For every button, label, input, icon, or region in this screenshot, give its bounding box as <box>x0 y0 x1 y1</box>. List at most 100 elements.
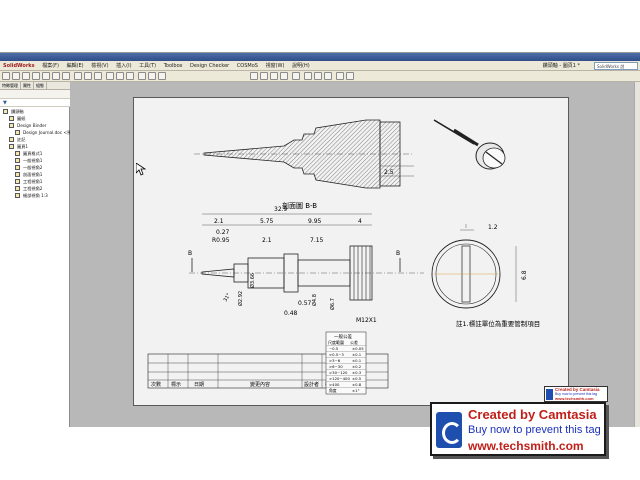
tolerance-value: ±0.05 <box>352 346 364 351</box>
circle-icon[interactable] <box>32 72 40 80</box>
folder-icon <box>9 116 14 121</box>
front-view: B B 32.9 2.1 5.75 9.95 4 0.27 R0.95 2.1 … <box>188 206 424 324</box>
drawing-canvas[interactable]: 2.5 剖面圖 B-B B B 32.9 2.1 5.75 9.95 4 0.2… <box>70 82 640 427</box>
spline-icon[interactable] <box>52 72 60 80</box>
menu-tools[interactable]: 工具(T) <box>136 61 159 71</box>
note-icon[interactable] <box>116 72 124 80</box>
side-view: 1.2 6.8 <box>431 224 528 309</box>
pan-icon[interactable] <box>324 72 332 80</box>
zoom-area-icon[interactable] <box>314 72 322 80</box>
search-input[interactable]: SolidWorks 說 <box>594 62 638 70</box>
tree-item[interactable]: 註記 <box>0 136 70 143</box>
rebuild-icon[interactable] <box>336 72 344 80</box>
tree-item[interactable]: 工程視角1 <box>0 178 70 185</box>
dim-d4: 4 <box>358 218 362 225</box>
watermark-line1: Created by Camtasia <box>468 407 597 422</box>
menu-cosmos[interactable]: COSMoS <box>234 61 261 71</box>
feature-manager-panel: 特徵管理 屬性 組態 ▼ 鑽頭軸 圖紙 Design Binder Design Jour… <box>0 82 79 427</box>
tree-item[interactable]: 一般視角1 <box>0 157 70 164</box>
camtasia-mini-logo-icon <box>546 389 553 400</box>
arc-icon[interactable] <box>42 72 50 80</box>
rectangle-icon[interactable] <box>22 72 30 80</box>
tab-configuration-manager[interactable]: 組態 <box>34 82 47 90</box>
options-icon[interactable] <box>346 72 354 80</box>
main-toolbar <box>0 71 640 82</box>
weld-icon[interactable] <box>148 72 156 80</box>
tree-item[interactable]: 圖頁格式1 <box>0 150 70 157</box>
engineering-drawing: 2.5 剖面圖 B-B B B 32.9 2.1 5.75 9.95 4 0.2… <box>147 119 540 395</box>
tree-item-label: 工程視角2 <box>23 186 43 191</box>
rev-header-date: 日期 <box>194 382 204 388</box>
dim-phi4: Ø6.7 <box>329 298 336 310</box>
tree-item[interactable]: 工程視角2 <box>0 185 70 192</box>
camtasia-mini-tag: Created by Camtasia Buy now to prevent t… <box>544 386 608 402</box>
balloon-icon[interactable] <box>126 72 134 80</box>
datum-icon[interactable] <box>158 72 166 80</box>
select-icon[interactable] <box>2 72 10 80</box>
dim-overall: 32.9 <box>274 206 288 213</box>
rev-header-designer: 設計者 <box>304 381 319 388</box>
menu-edit[interactable]: 編輯(E) <box>64 61 87 71</box>
dim-angle: 31° <box>223 292 233 303</box>
tree-item[interactable]: 圖頁1 <box>0 143 70 150</box>
undo-icon[interactable] <box>292 72 300 80</box>
menu-toolbox[interactable]: Toolbox <box>161 61 186 71</box>
trim-icon[interactable] <box>74 72 82 80</box>
tree-item-label: 剖面視角1 <box>23 172 43 177</box>
menu-bar: SolidWorks 檔案(F) 編輯(E) 檢視(V) 插入(I) 工具(T)… <box>0 61 640 71</box>
tree-item[interactable]: 細部視角 1:3 <box>0 192 70 199</box>
line-icon[interactable] <box>12 72 20 80</box>
isometric-view <box>433 119 506 170</box>
thread-callout: M12X1 <box>356 317 377 324</box>
new-icon[interactable] <box>250 72 258 80</box>
save-icon[interactable] <box>270 72 278 80</box>
open-icon[interactable] <box>260 72 268 80</box>
camtasia-watermark[interactable]: Created by Camtasia Buy now to prevent t… <box>430 402 606 456</box>
tree-item[interactable]: Design Journal.doc <預設> <box>0 129 79 136</box>
offset-icon[interactable] <box>84 72 92 80</box>
section-view-icon <box>15 172 20 177</box>
tree-item[interactable]: Design Binder <box>0 122 70 129</box>
menu-view[interactable]: 檢視(V) <box>88 61 111 71</box>
dimension-icon[interactable] <box>106 72 114 80</box>
tolerance-range: >3~6 <box>329 358 341 363</box>
menu-design-checker[interactable]: Design Checker <box>187 61 232 71</box>
sheet-format-icon <box>15 151 20 156</box>
dim-side-top: 1.2 <box>488 224 498 231</box>
tolerance-value: ±1° <box>352 388 360 393</box>
tree-item[interactable]: 鑽頭軸 <box>0 108 70 115</box>
tolerance-value: ±0.3 <box>352 370 362 375</box>
tab-feature-manager[interactable]: 特徵管理 <box>0 82 21 90</box>
menu-help[interactable]: 說明(H) <box>289 61 313 71</box>
tolerance-range: >6~30 <box>329 364 343 369</box>
detail-view-icon <box>15 193 20 198</box>
tree-item-label: 工程視角1 <box>23 179 43 184</box>
tolerance-value: ±0.5 <box>352 376 362 381</box>
mirror-icon[interactable] <box>94 72 102 80</box>
tree-item[interactable]: 剖面視角1 <box>0 171 70 178</box>
tree-item[interactable]: 圖紙 <box>0 115 70 122</box>
tab-property-manager[interactable]: 屬性 <box>21 82 34 90</box>
view-icon <box>15 158 20 163</box>
menu-window[interactable]: 視窗(W) <box>263 61 288 71</box>
tree-item-label: 圖頁1 <box>17 144 29 149</box>
tolerance-value: ±0.1 <box>352 358 362 363</box>
tree-item[interactable]: 一般視角2 <box>0 164 70 171</box>
solidworks-window: SolidWorks 檔案(F) 編輯(E) 檢視(V) 插入(I) 工具(T)… <box>0 52 640 427</box>
vertical-scrollbar[interactable] <box>634 82 640 427</box>
tolerance-header-range: 尺度範圍 <box>328 339 344 345</box>
menu-file[interactable]: 檔案(F) <box>39 61 62 71</box>
menu-insert[interactable]: 插入(I) <box>113 61 134 71</box>
surface-finish-icon[interactable] <box>138 72 146 80</box>
dim-phi2: Ø2.92 <box>237 291 244 306</box>
filter-icon[interactable]: ▼ <box>0 99 70 107</box>
panel-tabs: 特徵管理 屬性 組態 <box>0 82 70 90</box>
zoom-fit-icon[interactable] <box>304 72 312 80</box>
print-icon[interactable] <box>280 72 288 80</box>
dim-d7: 2.1 <box>262 237 272 244</box>
point-icon[interactable] <box>62 72 70 80</box>
binder-icon <box>9 123 14 128</box>
annotation-icon <box>9 137 14 142</box>
drawing-sheet[interactable]: 2.5 剖面圖 B-B B B 32.9 2.1 5.75 9.95 4 0.2… <box>133 97 569 406</box>
tolerance-range: >30~120 <box>329 370 348 375</box>
